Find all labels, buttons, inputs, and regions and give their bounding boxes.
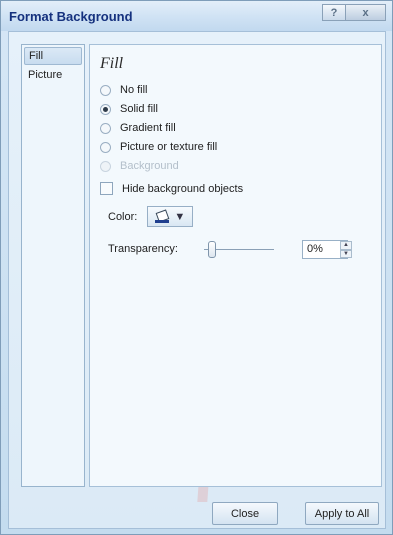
close-window-button[interactable]: x bbox=[346, 4, 386, 21]
hide-background-objects-label: Hide background objects bbox=[122, 182, 244, 195]
gradient-fill-option[interactable]: Gradient fill bbox=[100, 122, 176, 134]
solid-fill-option[interactable]: Solid fill bbox=[100, 103, 158, 115]
section-title: Fill bbox=[100, 55, 124, 72]
background-label: Background bbox=[120, 160, 179, 172]
solid-fill-label: Solid fill bbox=[120, 103, 158, 115]
paint-bucket-icon bbox=[155, 210, 170, 223]
no-fill-label: No fill bbox=[120, 84, 148, 96]
hide-background-objects-option[interactable]: Hide background objects bbox=[100, 182, 243, 195]
category-list: Fill Picture bbox=[21, 44, 85, 487]
transparency-label: Transparency: bbox=[108, 243, 178, 255]
hide-background-objects-checkbox[interactable] bbox=[100, 182, 113, 195]
gradient-fill-radio[interactable] bbox=[100, 122, 111, 134]
background-radio bbox=[100, 160, 111, 172]
picture-fill-label: Picture or texture fill bbox=[120, 141, 218, 153]
gradient-fill-label: Gradient fill bbox=[120, 122, 176, 134]
color-picker-button[interactable]: ▼ bbox=[147, 206, 194, 227]
title-bar-buttons: ? x bbox=[322, 4, 386, 21]
background-option: Background bbox=[100, 160, 179, 172]
transparency-slider-thumb[interactable] bbox=[208, 241, 216, 258]
format-background-dialog: Format Background ? x Fill Picture Fill … bbox=[0, 0, 393, 535]
no-fill-radio[interactable] bbox=[100, 84, 111, 96]
color-label: Color: bbox=[108, 210, 138, 223]
dialog-body: Fill Picture Fill No fill Solid fill Gra… bbox=[8, 31, 386, 529]
solid-fill-radio[interactable] bbox=[100, 103, 111, 115]
transparency-spinner[interactable]: ▲ ▼ bbox=[340, 241, 352, 258]
picture-fill-option[interactable]: Picture or texture fill bbox=[100, 141, 217, 153]
title-bar: Format Background ? x bbox=[1, 1, 392, 31]
apply-to-all-button[interactable]: Apply to All bbox=[305, 502, 379, 525]
color-row: Color: ▼ bbox=[108, 206, 194, 227]
close-button[interactable]: Close bbox=[212, 502, 278, 525]
fill-panel: Fill No fill Solid fill Gradient fill Pi… bbox=[89, 44, 382, 487]
nav-item-fill[interactable]: Fill bbox=[24, 47, 82, 65]
spin-down-icon[interactable]: ▼ bbox=[340, 249, 352, 258]
spin-up-icon[interactable]: ▲ bbox=[340, 241, 352, 250]
help-icon: ? bbox=[330, 6, 338, 19]
dialog-title: Format Background bbox=[9, 9, 133, 24]
chevron-down-icon: ▼ bbox=[174, 210, 186, 223]
help-button[interactable]: ? bbox=[322, 4, 346, 21]
nav-item-picture[interactable]: Picture bbox=[24, 67, 82, 85]
no-fill-option[interactable]: No fill bbox=[100, 84, 148, 96]
picture-fill-radio[interactable] bbox=[100, 141, 111, 153]
close-icon: x bbox=[362, 6, 369, 19]
transparency-row: Transparency: 0% ▲ ▼ bbox=[108, 240, 368, 260]
